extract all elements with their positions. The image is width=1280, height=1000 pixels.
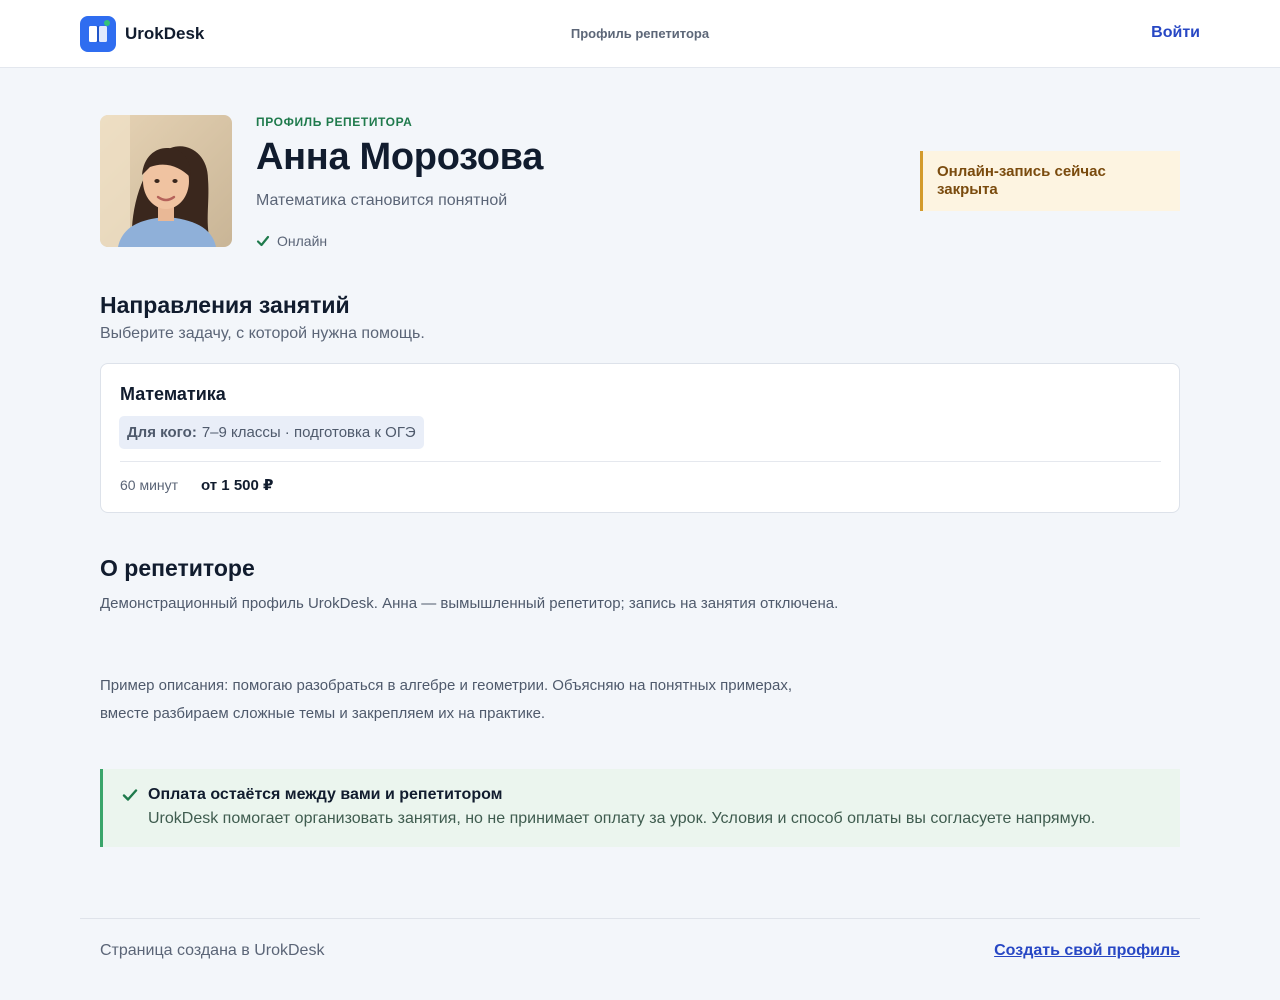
- nav-page-title: Профиль репетитора: [570, 26, 710, 41]
- direction-title: Математика: [120, 384, 226, 404]
- booking-closed-notice: Онлайн-запись сейчас закрыта: [920, 151, 1180, 211]
- audience-badge: Для кого: 7–9 классы · подготовка к ОГЭ: [119, 416, 424, 449]
- about-paragraph: Демонстрационный профиль UrokDesk. Анна …: [100, 595, 839, 612]
- check-icon: [122, 789, 138, 801]
- direction-card[interactable]: Математика Для кого: 7–9 классы · подгот…: [100, 363, 1180, 513]
- top-navigation-bar: UrokDesk Профиль репетитора Войти: [0, 0, 1280, 68]
- login-link[interactable]: Войти: [1151, 24, 1200, 42]
- card-divider: [120, 461, 1161, 462]
- profile-eyebrow: ПРОФИЛЬ РЕПЕТИТОРА: [256, 115, 413, 129]
- online-status: Онлайн: [256, 233, 327, 249]
- lesson-duration: 60 минут: [120, 477, 179, 493]
- payment-notice-text: UrokDesk помогает организовать занятия, …: [148, 810, 1096, 827]
- directions-subtitle: Выберите задачу, с которой нужна помощь.: [100, 325, 425, 342]
- about-title: О репетиторе: [100, 555, 255, 581]
- tutor-tagline: Математика становится понятной: [256, 192, 508, 209]
- check-icon: [256, 235, 270, 247]
- audience-label: Для кого:: [127, 424, 197, 441]
- payment-notice-title: Оплата остаётся между вами и репетитором: [148, 786, 503, 803]
- footer-divider: [80, 918, 1200, 919]
- payment-notice: Оплата остаётся между вами и репетитором…: [100, 769, 1180, 847]
- create-profile-link[interactable]: Создать свой профиль: [994, 942, 1180, 960]
- directions-title: Направления занятий: [100, 292, 350, 318]
- status-label: Онлайн: [277, 233, 328, 249]
- about-paragraph: Пример описания: помогаю разобраться в а…: [100, 677, 793, 722]
- tutor-avatar: [100, 115, 232, 247]
- footer-text: Страница создана в UrokDesk: [100, 942, 325, 959]
- tutor-name: Анна Морозова: [256, 136, 544, 178]
- lesson-price: от 1 500 ₽: [201, 477, 274, 494]
- audience-value: 7–9 классы · подготовка к ОГЭ: [201, 424, 416, 441]
